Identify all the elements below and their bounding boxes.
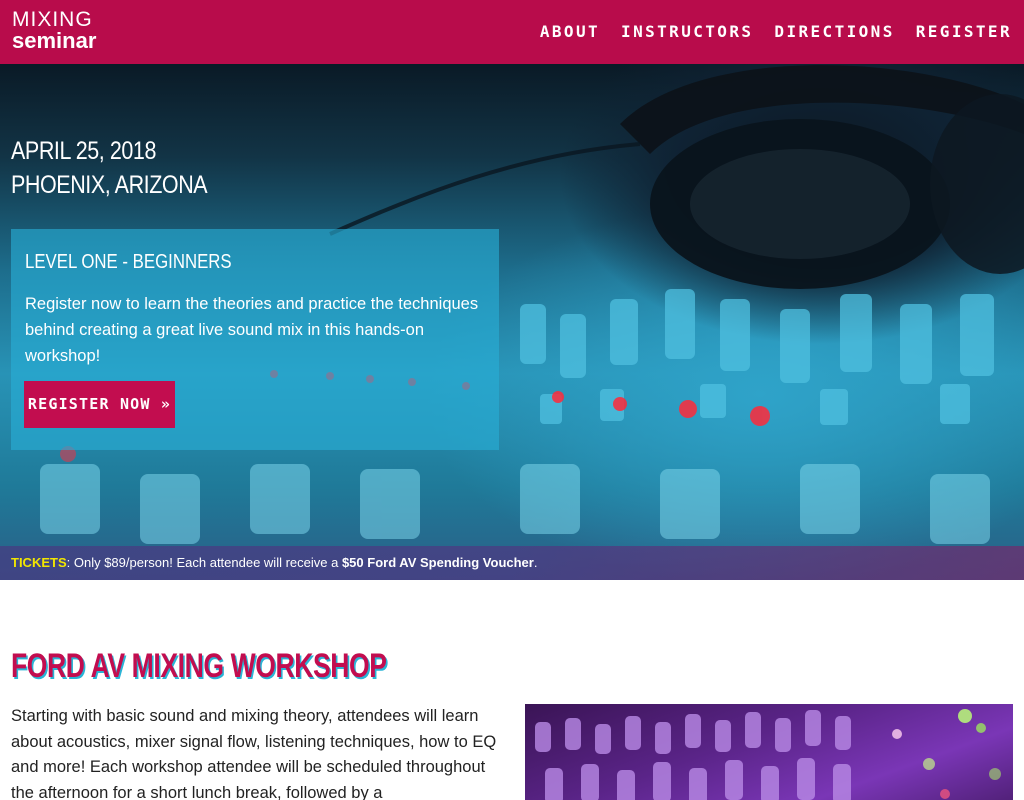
hero-banner: APRIL 25, 2018 PHOENIX, ARIZONA LEVEL ON…: [0, 64, 1024, 580]
purple-mixer-image: [525, 704, 1013, 800]
promo-text: Register now to learn the theories and p…: [25, 295, 479, 365]
register-now-button[interactable]: REGISTER NOW »: [24, 381, 175, 428]
workshop-title: FORD AV MIXING WORKSHOP: [11, 647, 387, 685]
site-header: MIXING seminar ABOUT INSTRUCTORS DIRECTI…: [0, 0, 1024, 64]
event-location: PHOENIX, ARIZONA: [11, 171, 208, 199]
nav-directions[interactable]: DIRECTIONS: [774, 20, 894, 44]
event-date-location: APRIL 25, 2018 PHOENIX, ARIZONA: [11, 134, 208, 202]
logo-bottom-text: seminar: [12, 28, 97, 53]
tickets-label: TICKETS: [11, 555, 67, 570]
event-date: APRIL 25, 2018: [11, 137, 156, 165]
voucher-text: $50 Ford AV Spending Voucher: [341, 555, 534, 570]
tickets-text-before: : Only $89/person! Each attendee will re…: [66, 555, 342, 570]
promo-box: LEVEL ONE - BEGINNERS Register now to le…: [11, 229, 499, 450]
mixer-knobs-illustration: [535, 709, 1001, 800]
tickets-bar: TICKETS: Only $89/person! Each attendee …: [0, 546, 1024, 580]
tickets-text: TICKETS: Only $89/person! Each attendee …: [11, 555, 537, 571]
nav-about[interactable]: ABOUT: [540, 20, 600, 44]
nav-instructors[interactable]: INSTRUCTORS: [621, 20, 753, 44]
nav-register[interactable]: REGISTER: [916, 20, 1012, 44]
promo-title: LEVEL ONE - BEGINNERS: [25, 251, 232, 273]
main-nav: ABOUT INSTRUCTORS DIRECTIONS REGISTER: [540, 20, 1012, 44]
logo[interactable]: MIXING seminar: [12, 8, 112, 54]
workshop-description: Starting with basic sound and mixing the…: [11, 707, 497, 800]
tickets-text-after: .: [533, 555, 538, 570]
